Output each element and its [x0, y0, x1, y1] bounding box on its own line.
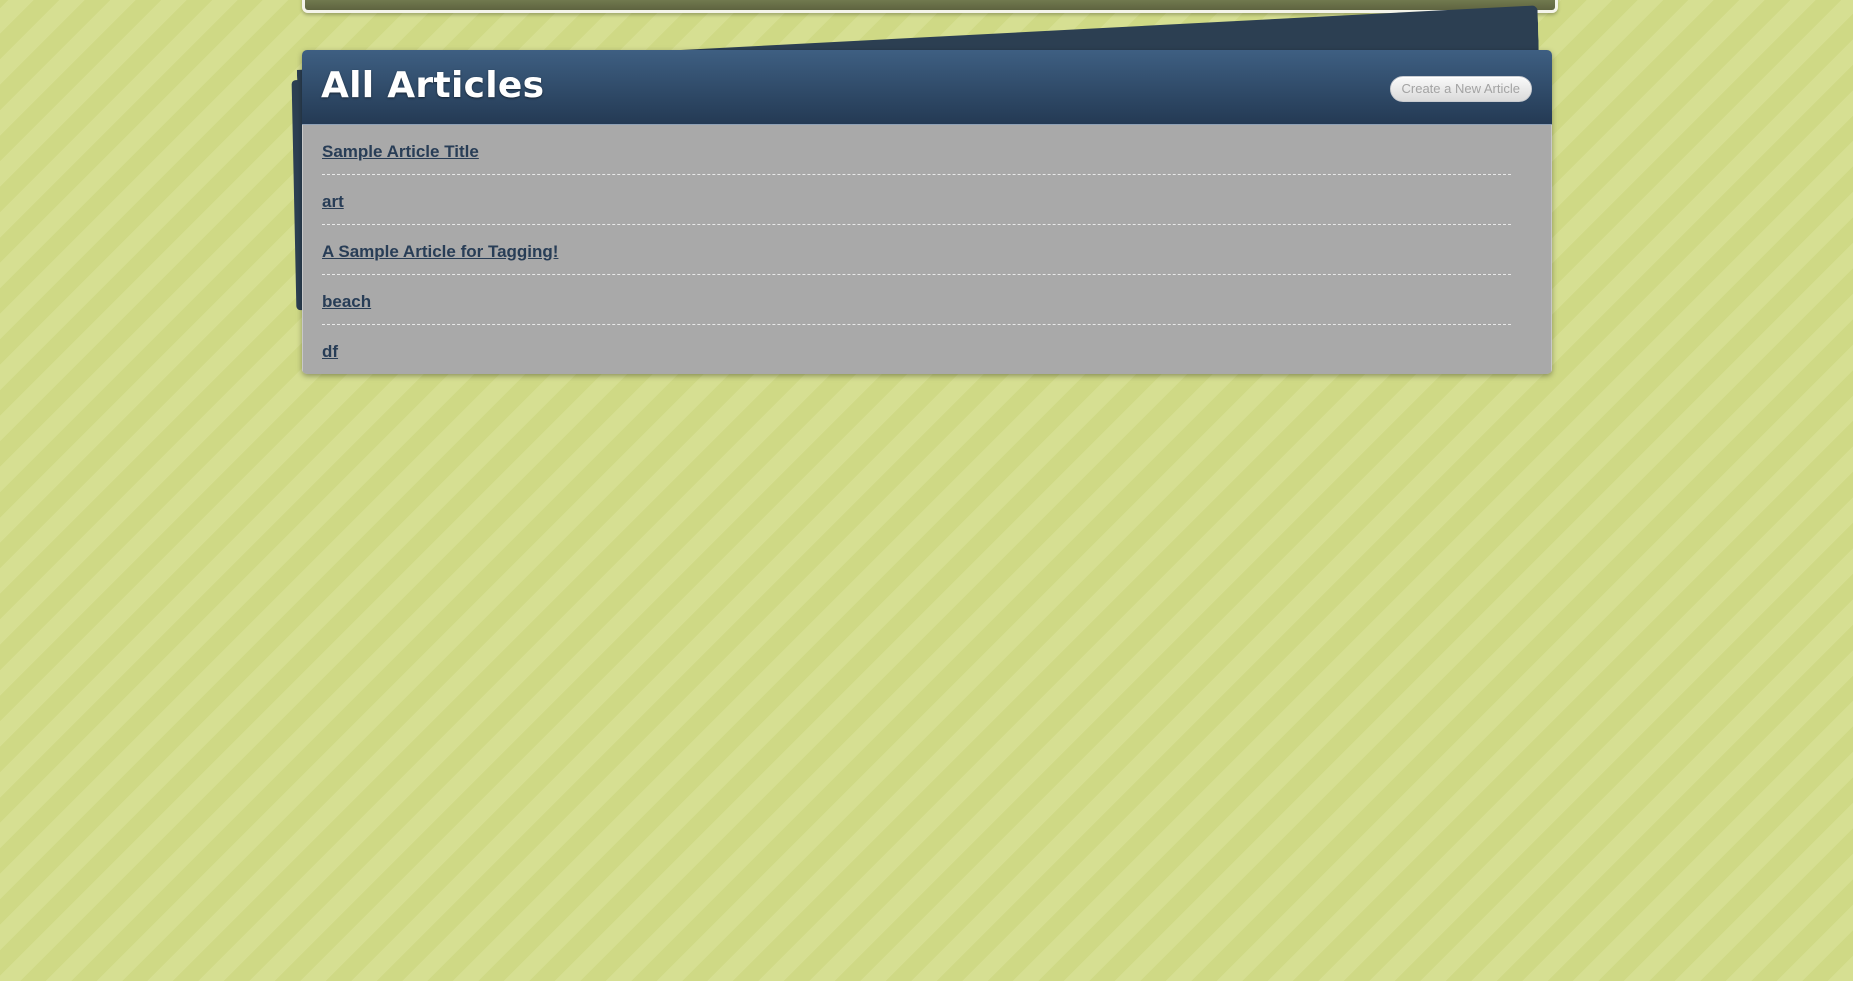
panel-header: All Articles Create a New Article: [302, 50, 1552, 125]
list-item: art: [322, 175, 1511, 225]
article-link[interactable]: art: [322, 192, 344, 212]
panel-body: Sample Article Title art A Sample Articl…: [302, 125, 1552, 374]
articles-panel: All Articles Create a New Article Sample…: [302, 50, 1552, 374]
create-article-button[interactable]: Create a New Article: [1389, 76, 1532, 102]
article-link[interactable]: Sample Article Title: [322, 142, 479, 162]
top-navigation-bar: [302, 0, 1558, 13]
list-item: A Sample Article for Tagging!: [322, 225, 1511, 275]
article-link[interactable]: beach: [322, 292, 371, 312]
page-title: All Articles: [321, 65, 545, 106]
article-link[interactable]: A Sample Article for Tagging!: [322, 242, 558, 262]
article-list: Sample Article Title art A Sample Articl…: [322, 125, 1511, 374]
list-item: df: [322, 325, 1511, 374]
list-item: Sample Article Title: [322, 125, 1511, 175]
list-item: beach: [322, 275, 1511, 325]
article-link[interactable]: df: [322, 342, 338, 362]
